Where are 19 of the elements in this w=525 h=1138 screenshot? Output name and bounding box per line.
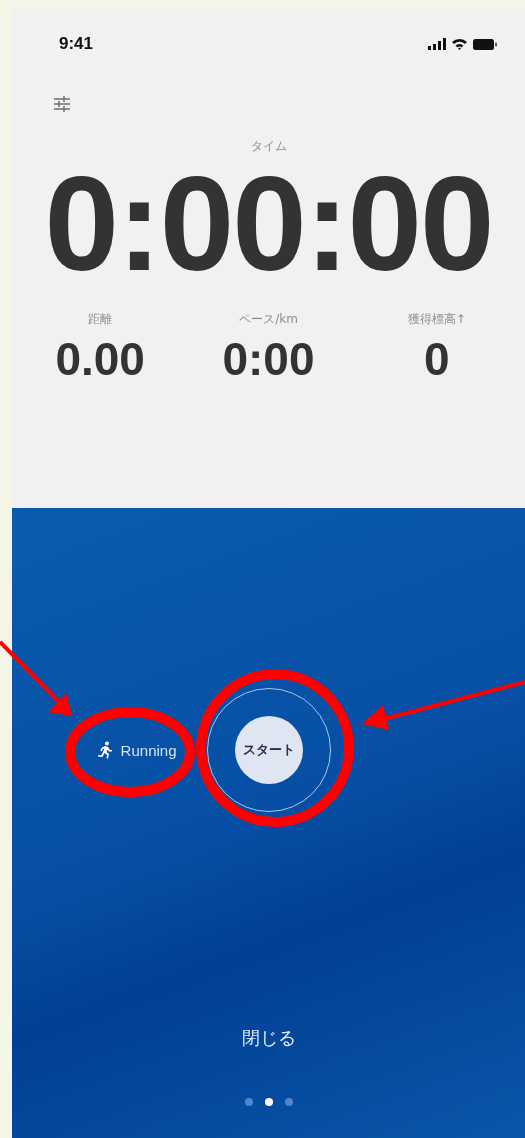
stat-label: ペース/km [239, 311, 298, 328]
close-button[interactable]: 閉じる [231, 1022, 306, 1054]
stat-label: 獲得標高↑ [407, 311, 466, 328]
start-button[interactable]: スタート [234, 716, 303, 784]
page-dot[interactable] [284, 1098, 293, 1106]
stat-value: 0.00 [55, 332, 145, 386]
signal-icon [428, 38, 446, 50]
wifi-icon [451, 38, 468, 50]
status-time: 9:41 [59, 34, 94, 54]
activity-type-button[interactable]: Running [96, 741, 177, 759]
runner-icon [96, 741, 113, 759]
stat-value: 0 [424, 332, 450, 386]
time-label: タイム [250, 138, 287, 155]
stat-label: 距離 [88, 311, 113, 328]
page-dot[interactable] [264, 1098, 273, 1106]
battery-icon [473, 38, 497, 50]
elapsed-time: 0:00:00 [44, 157, 493, 291]
page-dot[interactable] [244, 1098, 253, 1106]
stat-value: 0:00 [222, 332, 315, 386]
